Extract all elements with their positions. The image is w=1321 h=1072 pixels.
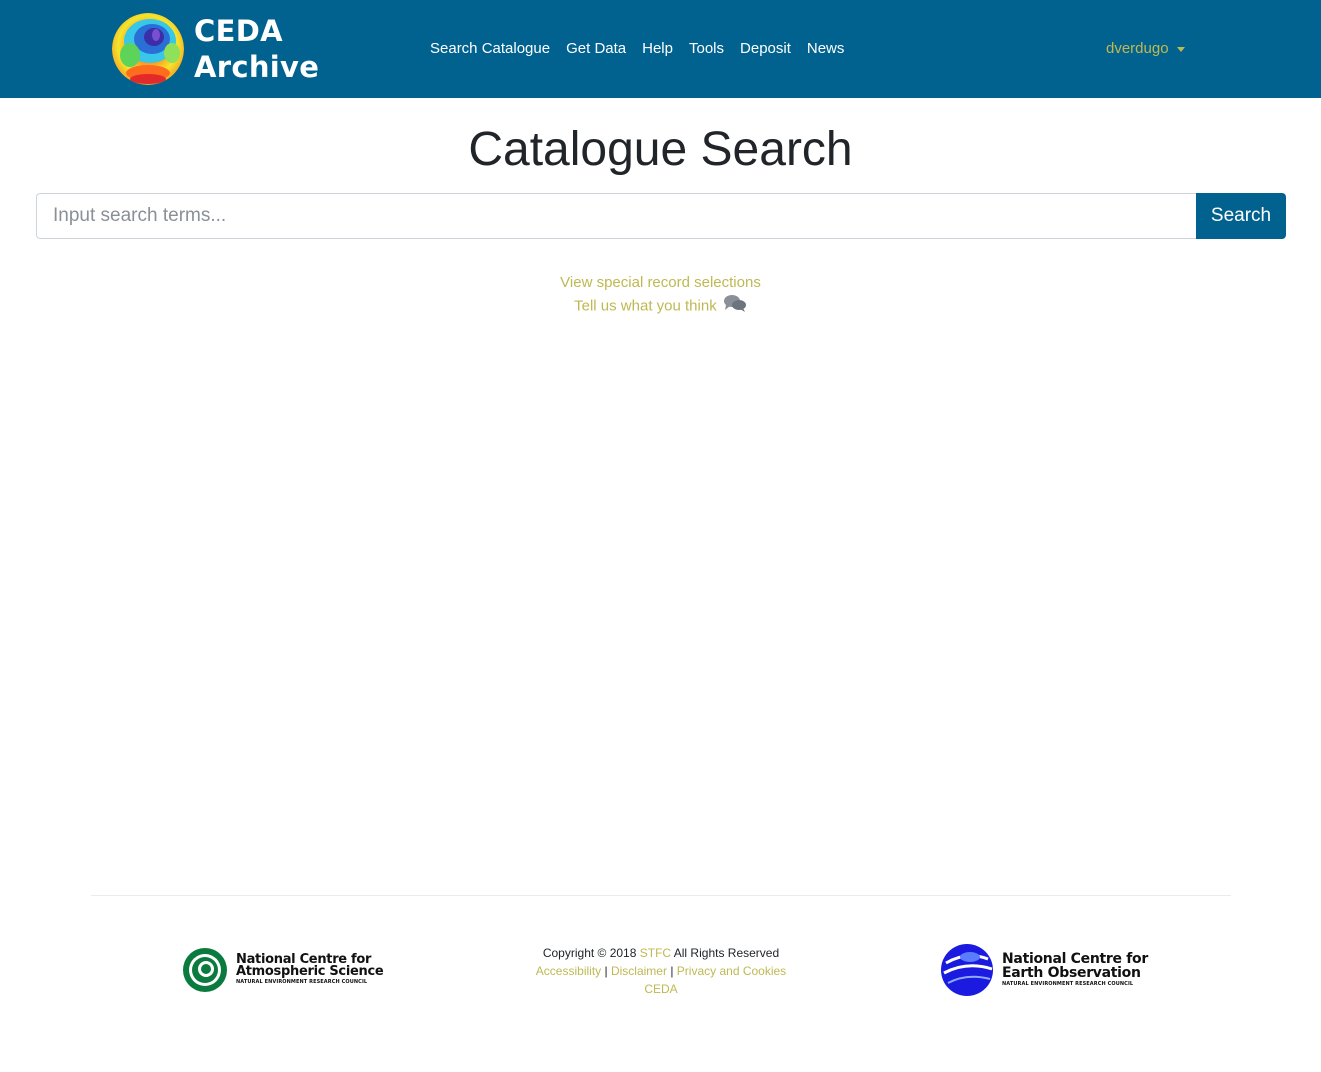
nceo-line1: National Centre for (1002, 951, 1148, 967)
privacy-link[interactable]: Privacy and Cookies (677, 964, 786, 978)
ncas-text: National Centre for Atmospheric Science … (236, 953, 384, 986)
caret-down-icon (1176, 46, 1185, 52)
search-button[interactable]: Search (1196, 193, 1286, 239)
page-title: Catalogue Search (468, 123, 853, 176)
nceo-globe-icon (941, 944, 993, 996)
footer-divider (91, 895, 1231, 896)
username: dverdugo (1106, 40, 1169, 57)
nav-tools[interactable]: Tools (681, 38, 732, 60)
separator: | (670, 964, 674, 978)
nav-deposit[interactable]: Deposit (732, 38, 799, 60)
ncas-swirl-icon (183, 948, 227, 992)
user-menu-dropdown[interactable]: dverdugo (1106, 38, 1185, 60)
search-input[interactable] (36, 193, 1196, 239)
ncas-line2: Atmospheric Science (236, 964, 384, 979)
footer-copyright: Copyright © 2018 STFC All Rights Reserve… (460, 944, 862, 998)
brand-line2: Archive (194, 50, 320, 84)
feedback-link-label: Tell us what you think (574, 297, 717, 315)
nceo-logo[interactable]: National Centre for Earth Observation NA… (940, 943, 1148, 997)
nceo-line3: NATURAL ENVIRONMENT RESEARCH COUNCIL (1002, 981, 1134, 987)
comments-icon (723, 294, 747, 319)
ncas-logo[interactable]: National Centre for Atmospheric Science … (182, 947, 384, 993)
policy-links: Accessibility | Disclaimer | Privacy and… (460, 962, 862, 980)
nceo-text: National Centre for Earth Observation NA… (1002, 952, 1148, 988)
ncas-line3: NATURAL ENVIRONMENT RESEARCH COUNCIL (236, 979, 368, 985)
special-selections-link[interactable]: View special record selections (560, 272, 761, 294)
nav-search-catalogue[interactable]: Search Catalogue (422, 38, 558, 60)
copyright-prefix: Copyright © 2018 (542, 946, 637, 960)
brand-line1: CEDA (194, 14, 283, 48)
brand-link[interactable]: CEDA Archive (112, 13, 319, 85)
disclaimer-link[interactable]: Disclaimer (611, 964, 667, 978)
nav-get-data[interactable]: Get Data (558, 38, 634, 60)
ceda-globe-logo (112, 13, 184, 85)
brand-text: CEDA Archive (194, 13, 319, 85)
navbar: CEDA Archive Search Catalogue Get Data H… (0, 0, 1321, 98)
search-form: Search (36, 193, 1286, 239)
copyright-line: Copyright © 2018 STFC All Rights Reserve… (460, 944, 862, 962)
nav-news[interactable]: News (799, 38, 853, 60)
separator: | (604, 964, 608, 978)
copyright-suffix: All Rights Reserved (673, 946, 780, 960)
stfc-link[interactable]: STFC (640, 946, 671, 960)
accessibility-link[interactable]: Accessibility (536, 964, 601, 978)
nav-help[interactable]: Help (634, 38, 681, 60)
nceo-line2: Earth Observation (1002, 965, 1141, 981)
info-links: View special record selections Tell us w… (0, 272, 1321, 319)
ceda-link[interactable]: CEDA (644, 982, 677, 996)
feedback-link[interactable]: Tell us what you think (574, 294, 747, 319)
main-nav: Search Catalogue Get Data Help Tools Dep… (422, 38, 852, 60)
